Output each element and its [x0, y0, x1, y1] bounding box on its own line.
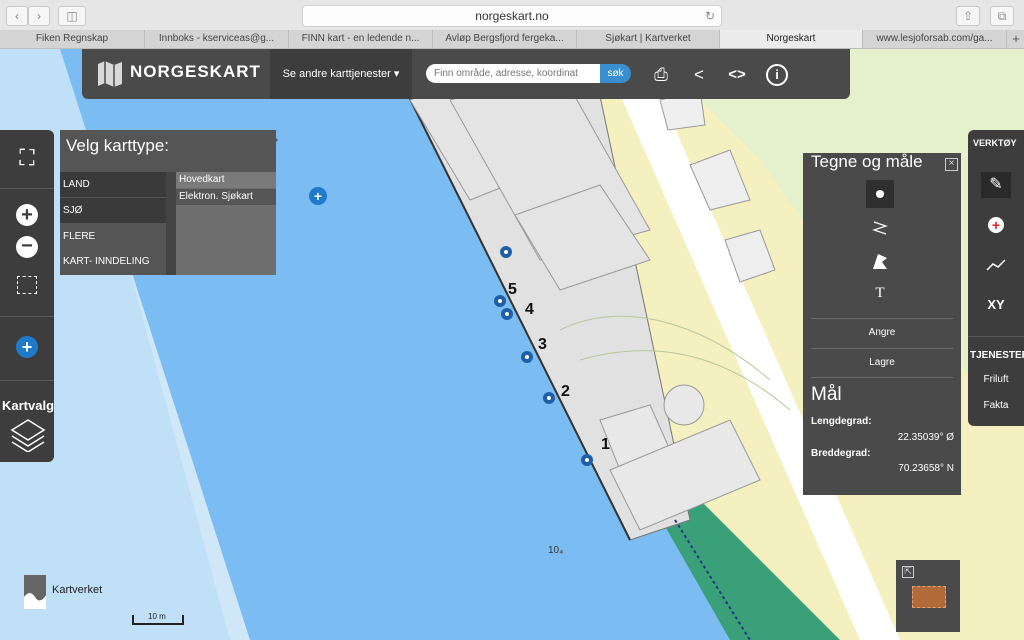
new-tab-button[interactable]: + — [1008, 30, 1024, 48]
zoom-selection-icon[interactable] — [10, 270, 44, 300]
tab-innboks[interactable]: Innboks - kserviceas@g... — [145, 30, 289, 48]
latitude-label: Breddegrad: — [811, 448, 871, 459]
measure-title: Mål — [811, 384, 842, 405]
karttype-flere[interactable]: FLERE — [60, 224, 166, 249]
save-button[interactable]: Lagre — [811, 348, 953, 378]
karttype-land[interactable]: LAND — [60, 172, 166, 197]
overview-map[interactable]: ⇱ — [896, 560, 960, 632]
tab-fiken[interactable]: Fiken Regnskap — [0, 30, 145, 48]
tabs-overview-icon[interactable]: ⧉ — [990, 6, 1014, 26]
marker-label-5: 5 — [508, 281, 517, 298]
overview-extent — [912, 586, 946, 608]
divider — [968, 336, 1024, 337]
longitude-label: Lengdegrad: — [811, 416, 872, 427]
marker-label-3: 3 — [538, 336, 547, 353]
pencil-icon[interactable]: ✎ — [981, 172, 1011, 198]
kartverket-brand: Kartverket — [52, 584, 103, 596]
layers-icon[interactable] — [8, 414, 48, 453]
close-icon[interactable]: × — [945, 158, 958, 171]
tab-finn[interactable]: FINN kart - en ledende n... — [289, 30, 433, 48]
norgeskart-logo-icon[interactable] — [96, 60, 124, 88]
reload-icon[interactable]: ↻ — [705, 6, 715, 26]
longitude-value: 22.35039° Ø — [897, 432, 954, 443]
norgeskart-logo[interactable]: NORGESKART — [130, 62, 261, 82]
url-bar[interactable]: norgeskart.no ↻ — [302, 5, 722, 27]
karttype-sjokart[interactable]: Elektron. Sjøkart — [176, 189, 276, 205]
tab-sjokart[interactable]: Sjøkart | Kartverket — [577, 30, 720, 48]
services-dropdown[interactable]: Se andre karttjenester ▾ — [270, 49, 412, 99]
depth-label: 10₄ — [548, 545, 564, 556]
draw-polygon-icon[interactable] — [866, 248, 894, 274]
share-icon[interactable]: ⇧ — [956, 6, 980, 26]
search-input[interactable] — [426, 64, 601, 83]
divider — [0, 380, 54, 381]
draw-line-icon[interactable] — [866, 214, 894, 240]
search-button[interactable]: søk — [600, 64, 631, 83]
karttype-sjo[interactable]: SJØ — [60, 198, 166, 223]
fakta-button[interactable]: Fakta — [968, 394, 1024, 418]
forward-button[interactable]: › — [28, 6, 50, 26]
draw-panel-title: Tegne og måle — [811, 152, 923, 171]
tab-bar: Fiken Regnskap Innboks - kserviceas@g...… — [0, 30, 1024, 49]
back-button[interactable]: ‹ — [6, 6, 28, 26]
friluft-button[interactable]: Friluft — [968, 368, 1024, 392]
marker-label-4: 4 — [525, 301, 534, 318]
add-marker-icon[interactable]: + — [981, 212, 1011, 238]
divider — [166, 172, 176, 275]
undo-button[interactable]: Angre — [811, 318, 953, 347]
divider — [0, 188, 54, 189]
browser-titlebar: ‹ › ◫ norgeskart.no ↻ ⇧ ⧉ — [0, 0, 1024, 31]
tab-norgeskart[interactable]: Norgeskart — [720, 30, 863, 48]
draw-point-icon[interactable] — [866, 180, 894, 208]
karttype-hovedkart[interactable]: Hovedkart — [176, 172, 276, 188]
elevation-profile-icon[interactable] — [981, 252, 1011, 278]
draw-text-icon[interactable]: T — [866, 280, 894, 306]
tab-lesjofors[interactable]: www.lesjoforsab.com/ga... — [863, 30, 1007, 48]
panel-pointer — [272, 134, 278, 146]
url-text: norgeskart.no — [475, 9, 549, 23]
kartvalg-label[interactable]: Kartvalg — [2, 398, 54, 413]
kartverket-logo — [24, 575, 46, 609]
divider — [0, 316, 54, 317]
add-point-icon[interactable]: + — [10, 332, 44, 362]
tools-title: VERKTØY — [973, 138, 1017, 148]
scale-label: 10 m — [148, 612, 166, 621]
karttype-inndeling[interactable]: KART- INNDELING — [60, 249, 166, 274]
svg-text:+: + — [314, 188, 322, 204]
services-title: TJENESTER — [970, 350, 1024, 361]
info-icon[interactable]: i — [766, 64, 788, 86]
expand-icon[interactable]: ⇱ — [902, 566, 914, 578]
latitude-value: 70.23658° N — [898, 463, 954, 474]
marker-label-2: 2 — [561, 383, 570, 400]
coordinate-tool[interactable]: XY — [981, 292, 1011, 318]
embed-code-icon[interactable]: <> — [726, 64, 748, 86]
tab-avlop[interactable]: Avløp Bergsfjord fergeka... — [433, 30, 577, 48]
zoom-in-icon[interactable]: + — [10, 200, 44, 230]
share-icon[interactable]: < — [688, 64, 710, 86]
marker-label-1: 1 — [601, 436, 610, 453]
zoom-out-icon[interactable]: − — [10, 232, 44, 262]
map-type-title: Velg karttype: — [66, 136, 170, 155]
sidebar-icon[interactable]: ◫ — [58, 6, 86, 26]
print-icon[interactable]: ⎙ — [650, 64, 672, 86]
fullscreen-icon[interactable]: ⛶ — [10, 143, 44, 173]
